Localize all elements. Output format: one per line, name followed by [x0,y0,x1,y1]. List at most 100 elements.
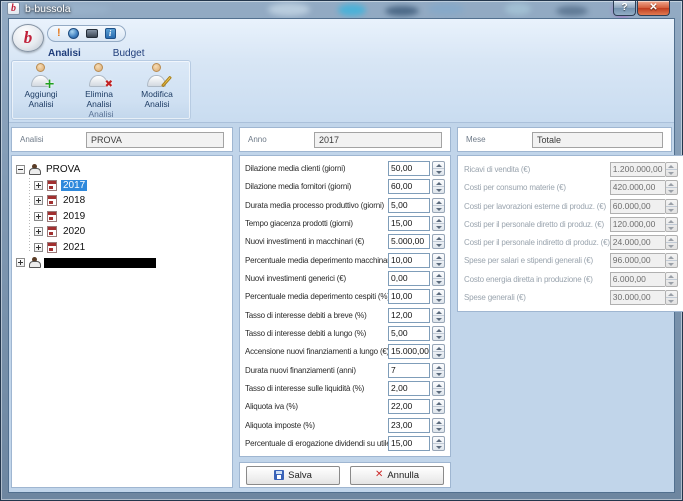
spinner-down-icon[interactable] [433,444,444,450]
spinner-up-icon[interactable] [433,437,444,444]
field-label: Costi per il personale indiretto di prod… [464,238,610,248]
spinner-down-icon[interactable] [433,389,444,395]
spinner-control[interactable] [432,380,445,396]
field-value-input[interactable]: 15,00 [388,215,430,231]
spinner-control[interactable] [432,234,445,250]
economics-field-row: Costi per consumo materie (€) 420.000,00 [464,180,678,196]
spinner-up-icon[interactable] [433,217,444,224]
delete-analysis-button[interactable]: ✖ Elimina Analisi [70,61,128,109]
field-value-input[interactable]: 15.000,00 [388,344,430,360]
titlebar[interactable]: b b-bussola ? ✕ [0,0,683,18]
tree-item-year[interactable]: 2018 [34,193,228,209]
spinner-down-icon[interactable] [433,352,444,358]
spinner-control[interactable] [432,399,445,415]
spinner-down-icon[interactable] [433,316,444,322]
spinner-down-icon[interactable] [433,297,444,303]
spinner-up-icon[interactable] [433,290,444,298]
spinner-up-icon[interactable] [433,345,444,353]
field-value-input[interactable]: 50,00 [388,161,430,176]
spinner-down-icon[interactable] [433,279,444,285]
spinner-control[interactable] [432,289,445,305]
expand-icon[interactable] [34,180,43,190]
spinner-control[interactable] [432,435,445,451]
spinner-up-icon[interactable] [433,419,444,426]
field-value-input[interactable]: 0,00 [388,270,430,286]
tab-budget[interactable]: Budget [104,46,154,61]
spinner-down-icon[interactable] [433,371,444,377]
tree-item-year[interactable]: 2021 [34,240,228,256]
save-button[interactable]: Salva [246,465,340,485]
expand-icon[interactable] [34,211,43,221]
spinner-down-icon[interactable] [433,426,444,432]
spinner-down-icon[interactable] [433,169,444,175]
tree-item-year[interactable]: 2017 [34,178,228,194]
tab-analisi[interactable]: Analisi [39,46,90,61]
spinner-down-icon[interactable] [433,206,444,212]
mese-field-input[interactable]: Totale [532,131,663,148]
client-area: b ! i Analisi Budget + Aggiungi Analisi … [8,18,683,493]
field-value-input[interactable]: 23,00 [388,417,430,433]
help-button[interactable]: ? [613,1,636,16]
spinner-up-icon[interactable] [433,309,444,316]
field-value-input[interactable]: 60,00 [388,179,430,195]
spinner-down-icon[interactable] [433,242,444,248]
spinner-control[interactable] [432,270,445,286]
spinner-up-icon[interactable] [433,180,444,188]
spinner-control[interactable] [432,362,445,378]
spinner-up-icon[interactable] [433,254,444,261]
tree-item-year[interactable]: 2020 [34,224,228,240]
spinner-up-icon[interactable] [433,382,444,389]
field-value-input[interactable]: 10,00 [388,252,430,268]
spinner-up-icon[interactable] [433,235,444,243]
expand-icon[interactable] [34,196,43,206]
info-icon[interactable]: i [104,28,116,39]
cancel-button[interactable]: ✕ Annulla [350,465,444,485]
collapse-icon[interactable] [16,165,25,175]
add-analysis-button[interactable]: + Aggiungi Analisi [12,61,70,109]
spinner-down-icon[interactable] [433,407,444,413]
tree-item-root-redacted[interactable] [16,255,228,271]
spinner-down-icon[interactable] [433,261,444,267]
field-value-input[interactable]: 5.000,00 [388,234,430,250]
field-value-input[interactable]: 5,00 [388,197,430,213]
analisi-field-input[interactable]: PROVA [86,131,224,148]
spinner-down-icon[interactable] [433,187,444,193]
spinner-control[interactable] [432,179,445,195]
analysis-tree-panel[interactable]: PROVA 2017 2018 2019 2020 2021 [11,155,233,488]
spinner-control[interactable] [432,325,445,341]
expand-icon[interactable] [34,227,43,237]
close-button[interactable]: ✕ [637,1,670,16]
spinner-down-icon[interactable] [433,224,444,230]
field-value-input[interactable]: 22,00 [388,399,430,415]
spinner-control[interactable] [432,307,445,323]
spinner-control[interactable] [432,417,445,433]
field-value-input[interactable]: 15,00 [388,435,430,451]
alert-icon[interactable]: ! [57,28,61,39]
field-value-input[interactable]: 5,00 [388,325,430,341]
spinner-control[interactable] [432,215,445,231]
globe-icon[interactable] [67,28,79,39]
tree-item-year[interactable]: 2019 [34,209,228,225]
spinner-up-icon[interactable] [433,199,444,206]
expand-icon[interactable] [34,242,43,252]
anno-field-label: Anno [248,135,267,144]
spinner-control[interactable] [432,252,445,268]
field-value-input[interactable]: 2,00 [388,380,430,396]
spinner-up-icon[interactable] [433,327,444,334]
anno-field-input[interactable]: 2017 [314,131,442,148]
field-value-input[interactable]: 10,00 [388,289,430,305]
field-value-input[interactable]: 12,00 [388,307,430,323]
spinner-down-icon[interactable] [433,334,444,340]
spinner-up-icon[interactable] [433,364,444,371]
expand-icon[interactable] [16,258,25,268]
field-value-input[interactable]: 7 [388,362,430,378]
spinner-control[interactable] [432,344,445,360]
spinner-up-icon[interactable] [433,400,444,408]
spinner-up-icon[interactable] [433,162,444,169]
spinner-control[interactable] [432,197,445,213]
spinner-control[interactable] [432,161,445,176]
printer-icon[interactable] [85,29,98,38]
edit-analysis-button[interactable]: Modifica Analisi [128,61,186,109]
tree-item-root-prova[interactable]: PROVA [16,162,228,178]
spinner-up-icon[interactable] [433,272,444,279]
